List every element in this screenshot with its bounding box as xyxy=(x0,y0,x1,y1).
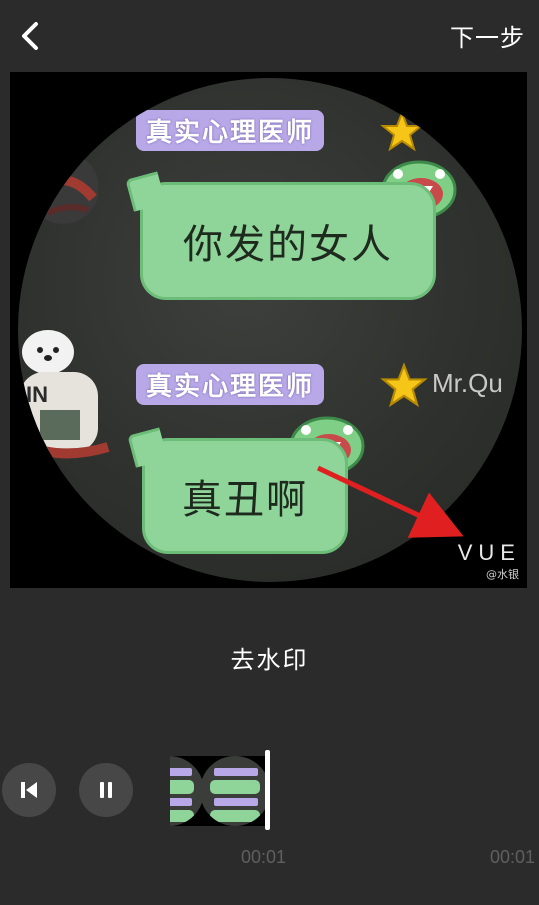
video-preview[interactable]: 真实心理医师 你发的女人 IN 真实心理医师 Mr.Qu 真丑啊 VUE @水银 xyxy=(10,72,527,588)
timeline-thumbnail xyxy=(200,756,266,826)
skip-back-icon xyxy=(21,782,37,798)
back-button[interactable] xyxy=(10,14,50,58)
timeline-thumbnail xyxy=(170,756,204,826)
timeline-playhead[interactable] xyxy=(265,750,270,830)
timeline-strip[interactable] xyxy=(170,756,266,826)
time-label-1: 00:01 xyxy=(241,847,287,867)
next-step-button[interactable]: 下一步 xyxy=(450,18,525,53)
top-bar: 下一步 xyxy=(0,0,539,72)
pause-icon xyxy=(100,782,112,798)
chevron-left-icon xyxy=(22,22,38,50)
skip-back-button[interactable] xyxy=(2,763,56,817)
red-arrow-annotation xyxy=(316,465,464,538)
pause-button[interactable] xyxy=(79,763,133,817)
remove-watermark-button[interactable]: 去水印 xyxy=(0,640,539,675)
time-label-2: 00:01 xyxy=(490,847,536,867)
